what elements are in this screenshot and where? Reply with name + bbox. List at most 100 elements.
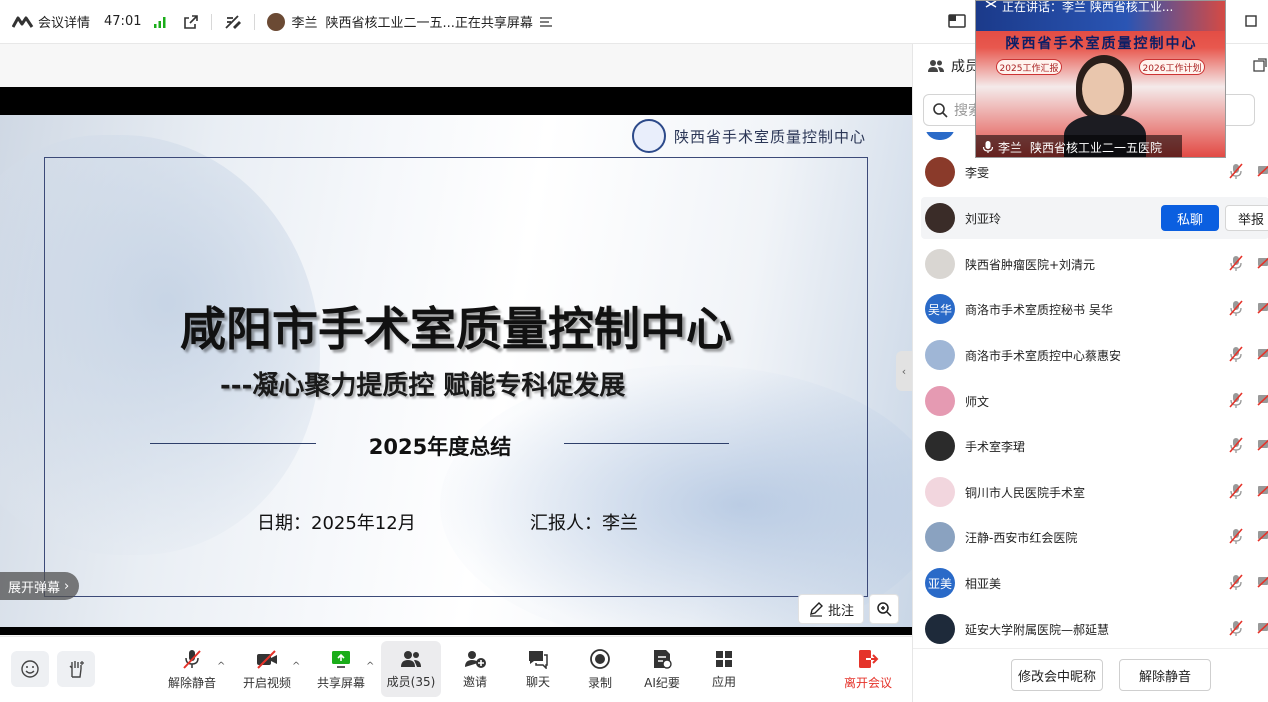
leave-meeting-button[interactable]: 离开会议 xyxy=(840,641,896,697)
annotate-label: 批注 xyxy=(827,603,854,619)
mic-options-caret[interactable]: ^ xyxy=(217,661,225,672)
reaction-button[interactable] xyxy=(11,651,49,687)
camera-off-icon[interactable] xyxy=(1257,163,1268,177)
member-row[interactable]: 陕西省肿瘤医院+刘清元 xyxy=(921,243,1268,285)
external-link-icon[interactable] xyxy=(183,14,199,30)
hand-icon xyxy=(66,659,86,679)
meeting-duration: 47:01 xyxy=(104,14,142,29)
change-nickname-button[interactable]: 修改会中昵称 xyxy=(1011,659,1103,691)
camera-off-icon[interactable] xyxy=(1257,574,1268,588)
danmu-label: 展开弹幕 xyxy=(8,580,61,596)
speaking-indicator: 正在讲话：李兰 陕西省核工业... xyxy=(1002,0,1174,14)
chat-label: 聊天 xyxy=(525,674,550,689)
apps-label: 应用 xyxy=(711,674,736,689)
member-name: 李雯 xyxy=(965,165,990,180)
member-name: 刘亚玲 xyxy=(965,211,1002,226)
camera-off-icon[interactable] xyxy=(1257,528,1268,542)
video-tag-left: 2025工作汇报 xyxy=(996,59,1062,75)
record-button[interactable]: 录制 xyxy=(580,641,620,697)
mic-muted-icon[interactable] xyxy=(1229,255,1243,271)
member-row[interactable]: 商洛市手术室质控中心蔡惠安 xyxy=(921,334,1268,376)
members-panel-footer: 修改会中昵称 解除静音 xyxy=(913,648,1268,702)
member-name: 手术室李珺 xyxy=(965,439,1026,454)
members-label: 成员(35) xyxy=(386,674,436,689)
apps-button[interactable]: 应用 xyxy=(704,641,744,697)
expand-danmu-button[interactable]: 展开弹幕 › xyxy=(0,572,80,600)
no-annotation-icon[interactable] xyxy=(224,14,242,30)
record-icon xyxy=(589,648,611,670)
mic-muted-icon[interactable] xyxy=(1229,437,1243,453)
mic-muted-icon[interactable] xyxy=(1229,300,1243,316)
camera-off-icon[interactable] xyxy=(1257,255,1268,269)
camera-off-icon[interactable] xyxy=(1257,392,1268,406)
ai-minutes-button[interactable]: AI纪要 xyxy=(638,641,686,697)
chat-button[interactable]: 聊天 xyxy=(518,641,558,697)
list-menu-icon[interactable] xyxy=(539,16,553,28)
raise-hand-button[interactable] xyxy=(57,651,95,687)
collapse-panel-handle[interactable]: ‹ xyxy=(896,351,912,391)
camera-off-icon[interactable] xyxy=(1257,300,1268,314)
zoom-button[interactable] xyxy=(869,594,899,624)
member-row[interactable]: 亚美 相亚美 xyxy=(921,562,1268,604)
start-video-label: 开启视频 xyxy=(242,675,291,690)
shared-screen-stage: 陕西省手术室质量控制中心 咸阳市手术室质量控制中心 ---凝心聚力提质控 赋能专… xyxy=(0,44,912,636)
camera-off-icon[interactable] xyxy=(1257,620,1268,634)
chat-icon xyxy=(527,649,549,669)
avatar xyxy=(925,203,955,233)
window-layout-icon[interactable] xyxy=(948,14,966,30)
pen-icon xyxy=(808,601,824,617)
share-screen-button[interactable]: 共享屏幕 xyxy=(315,641,367,697)
shared-screen: 陕西省手术室质量控制中心 咸阳市手术室质量控制中心 ---凝心聚力提质控 赋能专… xyxy=(0,87,912,635)
pin-icon[interactable] xyxy=(984,1,998,9)
member-row[interactable]: 吴华 商洛市手术室质控秘书 吴华 xyxy=(921,288,1268,330)
member-name: 陕西省肿瘤医院+刘清元 xyxy=(965,257,1096,272)
camera-off-icon[interactable] xyxy=(1257,346,1268,360)
avatar xyxy=(925,386,955,416)
mic-muted-icon xyxy=(181,648,203,670)
member-row[interactable]: 师文 xyxy=(921,380,1268,422)
mic-muted-icon[interactable] xyxy=(1229,620,1243,636)
mic-muted-icon[interactable] xyxy=(1229,346,1243,362)
divider xyxy=(254,13,256,30)
member-row[interactable]: 刘亚玲 私聊 举报 xyxy=(921,197,1268,239)
annotate-button[interactable]: 批注 xyxy=(798,594,864,624)
video-options-caret[interactable]: ^ xyxy=(292,661,300,672)
member-row[interactable]: 铜川市人民医院手术室 xyxy=(921,471,1268,513)
mic-muted-icon[interactable] xyxy=(1229,163,1243,179)
mic-muted-icon[interactable] xyxy=(1229,574,1243,590)
invite-button[interactable]: 邀请 xyxy=(455,641,495,697)
unmute-all-button[interactable]: 解除静音 xyxy=(1119,659,1211,691)
maximize-icon[interactable] xyxy=(1245,15,1257,27)
share-screen-label: 共享屏幕 xyxy=(316,675,365,690)
member-name: 铜川市人民医院手术室 xyxy=(965,485,1086,500)
member-row[interactable]: 手术室李珺 xyxy=(921,425,1268,467)
slide-logo-text: 陕西省手术室质量控制中心 xyxy=(674,127,867,146)
start-video-button[interactable]: 开启视频 xyxy=(241,641,293,697)
mic-muted-icon[interactable] xyxy=(1229,392,1243,408)
signal-strength-icon[interactable] xyxy=(153,15,167,29)
member-row[interactable]: 延安大学附属医院—郝延慧 xyxy=(921,608,1268,648)
camera-off-icon[interactable] xyxy=(1257,483,1268,497)
avatar xyxy=(925,431,955,461)
members-icon xyxy=(927,58,945,74)
speaker-org: 陕西省核工业二一五医院 xyxy=(1030,140,1163,155)
leave-label: 离开会议 xyxy=(843,675,892,690)
camera-off-icon xyxy=(255,648,279,670)
meeting-details[interactable]: 会议详情 xyxy=(12,0,90,44)
private-chat-button[interactable]: 私聊 xyxy=(1161,205,1219,231)
member-name: 师文 xyxy=(965,394,990,409)
unmute-button[interactable]: 解除静音 xyxy=(166,641,218,697)
member-row[interactable]: 汪静-西安市红会医院 xyxy=(921,516,1268,558)
speaker-video-window[interactable]: 正在讲话：李兰 陕西省核工业... 陕西省手术室质量控制中心 2025工作汇报 … xyxy=(975,0,1226,158)
camera-off-icon[interactable] xyxy=(1257,437,1268,451)
share-options-caret[interactable]: ^ xyxy=(366,661,374,672)
leave-icon xyxy=(857,648,879,670)
avatar xyxy=(925,132,955,140)
members-button[interactable]: 成员(35) xyxy=(381,641,441,697)
unmute-label: 解除静音 xyxy=(167,675,216,690)
popout-icon[interactable] xyxy=(1253,58,1267,72)
member-name: 商洛市手术室质控秘书 吴华 xyxy=(965,302,1113,317)
report-button[interactable]: 举报 xyxy=(1225,205,1268,231)
mic-muted-icon[interactable] xyxy=(1229,483,1243,499)
mic-muted-icon[interactable] xyxy=(1229,528,1243,544)
